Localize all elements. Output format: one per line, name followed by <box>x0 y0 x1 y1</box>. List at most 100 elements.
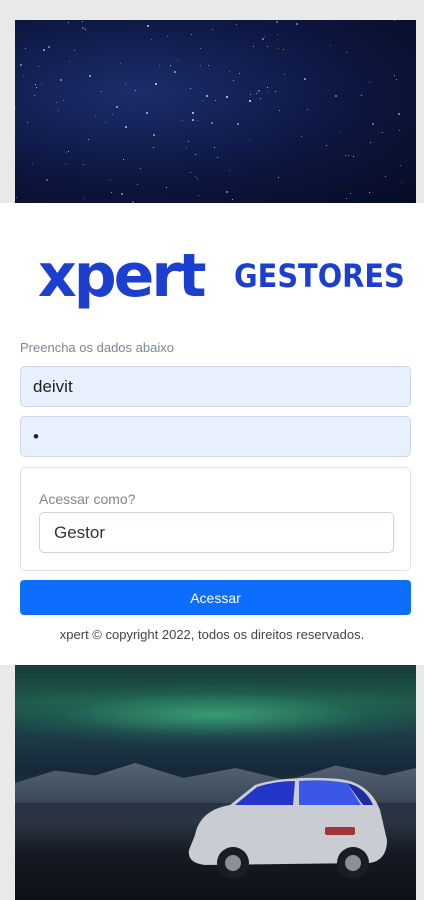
star <box>56 102 58 104</box>
star <box>34 94 35 96</box>
star <box>81 20 83 22</box>
star <box>215 100 217 102</box>
star <box>24 47 26 49</box>
star <box>371 122 374 125</box>
star <box>43 49 46 52</box>
star <box>283 73 285 75</box>
star <box>68 22 70 24</box>
star <box>279 110 281 112</box>
star <box>237 122 239 125</box>
star <box>216 157 218 159</box>
star <box>275 90 277 92</box>
star <box>396 78 398 80</box>
form-instruction: Preencha os dados abaixo <box>20 340 174 355</box>
star <box>136 184 138 186</box>
star <box>110 180 112 182</box>
star <box>26 122 28 124</box>
star <box>37 66 39 68</box>
star <box>125 83 127 85</box>
star <box>69 60 71 62</box>
aurora-glow <box>15 685 416 745</box>
star <box>194 176 196 178</box>
star <box>158 65 160 67</box>
logo-text: xpert <box>38 241 207 311</box>
star <box>255 92 257 94</box>
star <box>125 125 128 128</box>
star <box>267 46 269 48</box>
star <box>330 44 332 46</box>
star <box>258 89 261 92</box>
password-field[interactable]: • <box>20 416 411 457</box>
star <box>40 84 42 86</box>
star <box>368 191 370 193</box>
star <box>212 29 214 31</box>
star <box>262 37 265 40</box>
star <box>68 151 70 153</box>
star <box>384 175 386 177</box>
star <box>393 74 395 76</box>
star <box>200 65 202 67</box>
role-select[interactable]: Gestor <box>39 512 394 553</box>
star <box>208 65 210 67</box>
star <box>400 164 402 166</box>
star <box>266 87 268 89</box>
star <box>283 48 285 50</box>
star <box>166 36 168 38</box>
star <box>348 155 350 157</box>
role-fieldset: Acessar como? Gestor <box>20 467 411 571</box>
star <box>94 115 96 117</box>
star <box>88 139 90 141</box>
star <box>248 139 250 141</box>
star <box>169 65 171 67</box>
star <box>278 177 280 179</box>
star <box>182 119 184 121</box>
star <box>213 147 215 149</box>
star <box>345 198 347 200</box>
star <box>260 98 262 100</box>
star <box>301 135 303 137</box>
star <box>205 95 208 98</box>
star <box>89 75 92 78</box>
star <box>232 199 234 201</box>
star <box>382 132 384 134</box>
star <box>239 73 241 75</box>
submit-button[interactable]: Acessar <box>20 580 411 615</box>
login-card: xpert GESTORES Preencha os dados abaixo … <box>0 203 424 665</box>
star <box>47 46 50 49</box>
copyright-footer: xpert © copyright 2022, todos os direito… <box>59 627 365 642</box>
star <box>267 91 269 93</box>
role-selected-value: Gestor <box>54 522 106 542</box>
star <box>197 195 199 197</box>
star <box>105 122 107 124</box>
star <box>225 190 228 193</box>
star <box>394 20 396 22</box>
star <box>32 162 34 164</box>
xpert-gestores-logo: xpert GESTORES <box>38 230 404 322</box>
username-field[interactable]: deivit <box>20 366 411 407</box>
star <box>63 100 65 102</box>
star <box>121 193 124 196</box>
star <box>197 120 199 122</box>
star <box>145 112 148 115</box>
star <box>190 171 192 173</box>
star <box>248 99 251 102</box>
star <box>57 109 59 111</box>
star <box>335 94 338 97</box>
star <box>152 134 155 137</box>
star <box>59 79 62 82</box>
star <box>35 83 37 85</box>
star <box>233 79 235 81</box>
star <box>152 147 154 149</box>
star <box>369 82 371 84</box>
star <box>65 151 67 153</box>
star <box>176 60 178 62</box>
star <box>45 179 48 182</box>
star <box>82 164 84 166</box>
star <box>173 71 176 74</box>
aurora-car-background-image <box>15 665 416 900</box>
star <box>199 48 201 50</box>
star <box>361 94 363 96</box>
starry-sky-background-image <box>15 20 416 203</box>
star <box>225 96 228 99</box>
star <box>190 33 192 35</box>
